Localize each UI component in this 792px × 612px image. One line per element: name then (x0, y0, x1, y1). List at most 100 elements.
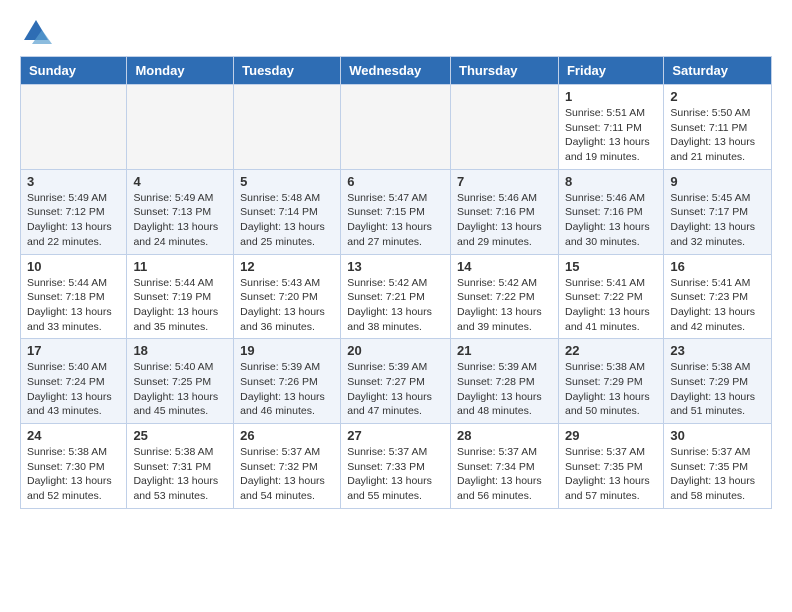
calendar-week-row: 17 Sunrise: 5:40 AM Sunset: 7:24 PM Dayli… (21, 339, 772, 424)
calendar-cell: 28 Sunrise: 5:37 AM Sunset: 7:34 PM Dayli… (451, 424, 559, 509)
calendar-cell: 15 Sunrise: 5:41 AM Sunset: 7:22 PM Dayli… (558, 254, 663, 339)
calendar-cell: 8 Sunrise: 5:46 AM Sunset: 7:16 PM Daylig… (558, 169, 663, 254)
calendar-cell: 4 Sunrise: 5:49 AM Sunset: 7:13 PM Daylig… (127, 169, 234, 254)
day-info: Sunrise: 5:38 AM Sunset: 7:31 PM Dayligh… (133, 445, 227, 504)
day-info: Sunrise: 5:47 AM Sunset: 7:15 PM Dayligh… (347, 191, 444, 250)
day-info: Sunrise: 5:49 AM Sunset: 7:12 PM Dayligh… (27, 191, 120, 250)
day-info: Sunrise: 5:44 AM Sunset: 7:18 PM Dayligh… (27, 276, 120, 335)
day-number: 24 (27, 428, 120, 443)
day-of-week-header: Thursday (451, 57, 559, 85)
day-info: Sunrise: 5:42 AM Sunset: 7:22 PM Dayligh… (457, 276, 552, 335)
day-number: 12 (240, 259, 334, 274)
day-info: Sunrise: 5:49 AM Sunset: 7:13 PM Dayligh… (133, 191, 227, 250)
day-number: 15 (565, 259, 657, 274)
day-number: 17 (27, 343, 120, 358)
logo-icon (20, 16, 52, 48)
calendar-cell: 27Sunrise: 5:37 AM Sunset: 7:33 PM Dayli… (341, 424, 451, 509)
calendar-cell: 17 Sunrise: 5:40 AM Sunset: 7:24 PM Dayli… (21, 339, 127, 424)
day-info: Sunrise: 5:44 AM Sunset: 7:19 PM Dayligh… (133, 276, 227, 335)
day-info: Sunrise: 5:41 AM Sunset: 7:22 PM Dayligh… (565, 276, 657, 335)
day-info: Sunrise: 5:42 AM Sunset: 7:21 PM Dayligh… (347, 276, 444, 335)
calendar-week-row: 24 Sunrise: 5:38 AM Sunset: 7:30 PM Dayli… (21, 424, 772, 509)
calendar-cell: 16 Sunrise: 5:41 AM Sunset: 7:23 PM Dayli… (664, 254, 772, 339)
day-of-week-header: Tuesday (234, 57, 341, 85)
calendar-cell: 9 Sunrise: 5:45 AM Sunset: 7:17 PM Daylig… (664, 169, 772, 254)
day-info: Sunrise: 5:51 AM Sunset: 7:11 PM Dayligh… (565, 106, 657, 165)
day-info: Sunrise: 5:45 AM Sunset: 7:17 PM Dayligh… (670, 191, 765, 250)
day-number: 8 (565, 174, 657, 189)
calendar-cell: 5Sunrise: 5:48 AM Sunset: 7:14 PM Daylig… (234, 169, 341, 254)
calendar-cell: 2 Sunrise: 5:50 AM Sunset: 7:11 PM Daylig… (664, 85, 772, 170)
calendar-cell: 21 Sunrise: 5:39 AM Sunset: 7:28 PM Dayli… (451, 339, 559, 424)
calendar-cell: 7 Sunrise: 5:46 AM Sunset: 7:16 PM Daylig… (451, 169, 559, 254)
calendar-cell: 23 Sunrise: 5:38 AM Sunset: 7:29 PM Dayli… (664, 339, 772, 424)
day-info: Sunrise: 5:50 AM Sunset: 7:11 PM Dayligh… (670, 106, 765, 165)
day-number: 11 (133, 259, 227, 274)
day-info: Sunrise: 5:46 AM Sunset: 7:16 PM Dayligh… (565, 191, 657, 250)
calendar-cell (234, 85, 341, 170)
day-info: Sunrise: 5:39 AM Sunset: 7:26 PM Dayligh… (240, 360, 334, 419)
calendar-cell: 18 Sunrise: 5:40 AM Sunset: 7:25 PM Dayli… (127, 339, 234, 424)
calendar-cell: 11 Sunrise: 5:44 AM Sunset: 7:19 PM Dayli… (127, 254, 234, 339)
day-number: 21 (457, 343, 552, 358)
day-number: 5 (240, 174, 334, 189)
day-number: 14 (457, 259, 552, 274)
calendar-cell (341, 85, 451, 170)
calendar-week-row: 3 Sunrise: 5:49 AM Sunset: 7:12 PM Daylig… (21, 169, 772, 254)
calendar-cell: 10 Sunrise: 5:44 AM Sunset: 7:18 PM Dayli… (21, 254, 127, 339)
day-number: 7 (457, 174, 552, 189)
day-info: Sunrise: 5:46 AM Sunset: 7:16 PM Dayligh… (457, 191, 552, 250)
calendar-week-row: 10 Sunrise: 5:44 AM Sunset: 7:18 PM Dayli… (21, 254, 772, 339)
calendar-header-row: SundayMondayTuesdayWednesdayThursdayFrid… (21, 57, 772, 85)
day-number: 23 (670, 343, 765, 358)
day-number: 13 (347, 259, 444, 274)
day-info: Sunrise: 5:38 AM Sunset: 7:29 PM Dayligh… (670, 360, 765, 419)
day-number: 18 (133, 343, 227, 358)
day-of-week-header: Monday (127, 57, 234, 85)
calendar-cell (451, 85, 559, 170)
day-of-week-header: Wednesday (341, 57, 451, 85)
day-info: Sunrise: 5:41 AM Sunset: 7:23 PM Dayligh… (670, 276, 765, 335)
day-info: Sunrise: 5:40 AM Sunset: 7:25 PM Dayligh… (133, 360, 227, 419)
calendar-cell: 25 Sunrise: 5:38 AM Sunset: 7:31 PM Dayli… (127, 424, 234, 509)
day-info: Sunrise: 5:37 AM Sunset: 7:34 PM Dayligh… (457, 445, 552, 504)
calendar-cell: 14 Sunrise: 5:42 AM Sunset: 7:22 PM Dayli… (451, 254, 559, 339)
day-info: Sunrise: 5:37 AM Sunset: 7:32 PM Dayligh… (240, 445, 334, 504)
day-number: 10 (27, 259, 120, 274)
day-info: Sunrise: 5:39 AM Sunset: 7:28 PM Dayligh… (457, 360, 552, 419)
day-info: Sunrise: 5:40 AM Sunset: 7:24 PM Dayligh… (27, 360, 120, 419)
calendar-cell: 29 Sunrise: 5:37 AM Sunset: 7:35 PM Dayli… (558, 424, 663, 509)
day-number: 29 (565, 428, 657, 443)
logo (20, 16, 56, 48)
day-info: Sunrise: 5:38 AM Sunset: 7:30 PM Dayligh… (27, 445, 120, 504)
calendar-cell: 30Sunrise: 5:37 AM Sunset: 7:35 PM Dayli… (664, 424, 772, 509)
day-of-week-header: Sunday (21, 57, 127, 85)
calendar-cell: 24 Sunrise: 5:38 AM Sunset: 7:30 PM Dayli… (21, 424, 127, 509)
day-info: Sunrise: 5:37 AM Sunset: 7:35 PM Dayligh… (565, 445, 657, 504)
day-number: 3 (27, 174, 120, 189)
calendar-cell: 19Sunrise: 5:39 AM Sunset: 7:26 PM Dayli… (234, 339, 341, 424)
day-info: Sunrise: 5:38 AM Sunset: 7:29 PM Dayligh… (565, 360, 657, 419)
day-number: 22 (565, 343, 657, 358)
day-number: 28 (457, 428, 552, 443)
calendar-week-row: 1 Sunrise: 5:51 AM Sunset: 7:11 PM Daylig… (21, 85, 772, 170)
day-number: 16 (670, 259, 765, 274)
calendar-cell: 20Sunrise: 5:39 AM Sunset: 7:27 PM Dayli… (341, 339, 451, 424)
header (20, 16, 772, 48)
calendar-cell: 22 Sunrise: 5:38 AM Sunset: 7:29 PM Dayli… (558, 339, 663, 424)
calendar-cell (21, 85, 127, 170)
day-number: 4 (133, 174, 227, 189)
calendar-cell (127, 85, 234, 170)
day-number: 30 (670, 428, 765, 443)
calendar: SundayMondayTuesdayWednesdayThursdayFrid… (20, 56, 772, 509)
day-number: 20 (347, 343, 444, 358)
day-number: 25 (133, 428, 227, 443)
day-number: 9 (670, 174, 765, 189)
calendar-cell: 26Sunrise: 5:37 AM Sunset: 7:32 PM Dayli… (234, 424, 341, 509)
day-number: 2 (670, 89, 765, 104)
calendar-cell: 13 Sunrise: 5:42 AM Sunset: 7:21 PM Dayli… (341, 254, 451, 339)
day-number: 1 (565, 89, 657, 104)
calendar-cell: 12 Sunrise: 5:43 AM Sunset: 7:20 PM Dayli… (234, 254, 341, 339)
day-info: Sunrise: 5:43 AM Sunset: 7:20 PM Dayligh… (240, 276, 334, 335)
day-number: 6 (347, 174, 444, 189)
